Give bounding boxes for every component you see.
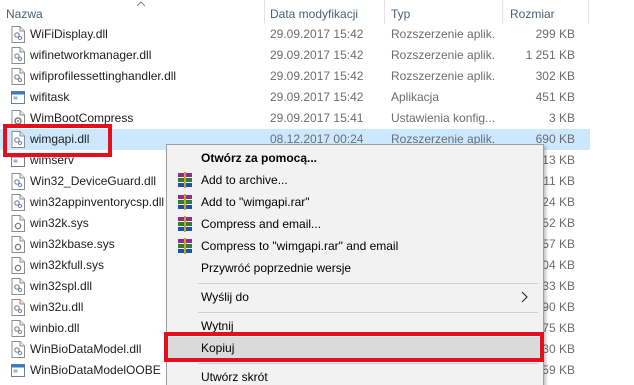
menu-item-label: Compress and email... bbox=[201, 217, 322, 231]
column-header: Nazwa Data modyfikacji Typ Rozmiar bbox=[0, 0, 634, 25]
file-name: wifitask bbox=[30, 90, 70, 104]
file-date: 29.09.2017 15:41 bbox=[270, 111, 364, 125]
dll-file-icon bbox=[11, 26, 25, 43]
menu-item-restore-previous-versions[interactable]: Przywróć poprzednie wersje bbox=[168, 257, 542, 279]
menu-item-label: Otwórz za pomocą... bbox=[201, 151, 318, 165]
selected-file-highlight-box bbox=[3, 124, 112, 157]
menu-item-create-shortcut[interactable]: Utwórz skrót bbox=[168, 366, 542, 385]
file-date: 29.09.2017 15:42 bbox=[270, 48, 364, 62]
file-type: Rozszerzenie aplik... bbox=[391, 27, 495, 41]
column-divider[interactable] bbox=[384, 0, 385, 24]
file-name: WiFiDisplay.dll bbox=[30, 27, 108, 41]
winrar-icon bbox=[178, 238, 192, 254]
column-size-header[interactable]: Rozmiar bbox=[510, 0, 555, 25]
chevron-right-icon bbox=[521, 291, 528, 303]
menu-item-label: Add to archive... bbox=[201, 173, 288, 187]
file-date: 29.09.2017 15:42 bbox=[270, 27, 364, 41]
application-icon bbox=[11, 364, 25, 377]
dll-file-icon bbox=[11, 320, 25, 337]
file-size: 451 KB bbox=[535, 90, 575, 104]
file-size: 3 KB bbox=[548, 111, 575, 125]
file-size: 302 KB bbox=[535, 69, 575, 83]
sys-file-icon bbox=[11, 215, 25, 232]
menu-item-label: Compress to "wimgapi.rar" and email bbox=[201, 239, 399, 253]
file-size: 299 KB bbox=[535, 27, 575, 41]
column-type-header[interactable]: Typ bbox=[391, 0, 410, 25]
sort-chevron-up-icon[interactable] bbox=[136, 1, 146, 7]
file-row[interactable]: wifitask 29.09.2017 15:42 Aplikacja 451 … bbox=[0, 87, 590, 108]
dll-file-icon bbox=[11, 341, 25, 358]
winrar-icon bbox=[178, 216, 192, 232]
column-divider[interactable] bbox=[588, 0, 589, 24]
winrar-icon bbox=[178, 194, 192, 210]
sys-file-icon bbox=[11, 257, 25, 274]
column-name-header[interactable]: Nazwa bbox=[6, 0, 43, 25]
menu-item-label: Przywróć poprzednie wersje bbox=[201, 261, 352, 275]
file-type: Rozszerzenie aplik... bbox=[391, 69, 495, 83]
menu-item-label: Utwórz skrót bbox=[201, 370, 268, 384]
winrar-icon bbox=[178, 172, 192, 188]
copy-item-highlight-box bbox=[164, 332, 544, 362]
column-divider[interactable] bbox=[264, 0, 265, 24]
file-name: wifinetworkmanager.dll bbox=[30, 48, 152, 62]
menu-separator bbox=[198, 363, 538, 364]
file-type: Ustawienia konfig... bbox=[391, 111, 495, 125]
dll-file-icon bbox=[11, 299, 25, 316]
file-row[interactable]: WiFiDisplay.dll 29.09.2017 15:42 Rozszer… bbox=[0, 24, 590, 45]
menu-item-add-to-archive[interactable]: Add to archive... bbox=[168, 169, 542, 191]
dll-file-icon bbox=[11, 47, 25, 64]
menu-separator bbox=[198, 312, 538, 313]
menu-item-send-to[interactable]: Wyślij do bbox=[168, 286, 542, 308]
menu-item-add-to-rar[interactable]: Add to "wimgapi.rar" bbox=[168, 191, 542, 213]
dll-file-icon bbox=[11, 278, 25, 295]
file-size: 1 251 KB bbox=[525, 48, 575, 62]
file-date: 29.09.2017 15:42 bbox=[270, 69, 364, 83]
dll-file-icon bbox=[11, 194, 25, 211]
file-row[interactable]: wifinetworkmanager.dll 29.09.2017 15:42 … bbox=[0, 45, 590, 66]
application-icon bbox=[11, 91, 25, 104]
menu-item-label: Add to "wimgapi.rar" bbox=[201, 195, 310, 209]
file-row[interactable]: wifiprofilessettinghandler.dll 29.09.201… bbox=[0, 66, 590, 87]
column-date-header[interactable]: Data modyfikacji bbox=[270, 0, 358, 25]
file-date: 29.09.2017 15:42 bbox=[270, 90, 364, 104]
file-type: Aplikacja bbox=[391, 90, 440, 104]
dll-file-icon bbox=[11, 173, 25, 190]
sys-file-icon bbox=[11, 236, 25, 253]
file-name: wifiprofilessettinghandler.dll bbox=[30, 69, 177, 83]
menu-item-compress-rar-email[interactable]: Compress to "wimgapi.rar" and email bbox=[168, 235, 542, 257]
menu-item-compress-email[interactable]: Compress and email... bbox=[168, 213, 542, 235]
menu-separator bbox=[198, 283, 538, 284]
menu-item-open-with[interactable]: Otwórz za pomocą... bbox=[168, 147, 542, 169]
dll-file-icon bbox=[11, 68, 25, 85]
file-type: Rozszerzenie aplik... bbox=[391, 48, 495, 62]
menu-item-label: Wyślij do bbox=[201, 290, 249, 304]
column-divider[interactable] bbox=[502, 0, 503, 24]
